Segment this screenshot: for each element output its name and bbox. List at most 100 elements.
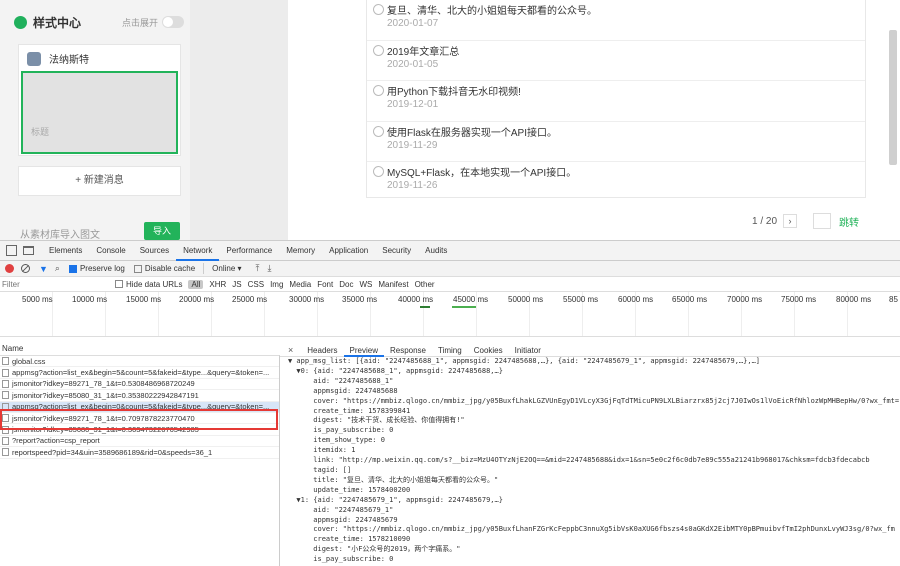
import-har-icon[interactable]: ⤒ <box>256 263 260 274</box>
tab-elements[interactable]: Elements <box>42 241 89 261</box>
table-row[interactable]: appmsg?action=list_ex&begin=5&count=5&fa… <box>0 367 279 379</box>
preserve-log-label: Preserve log <box>79 264 125 273</box>
file-icon <box>2 357 9 366</box>
record-icon[interactable] <box>5 264 14 273</box>
throttling-select[interactable]: Online ▾ <box>212 264 241 273</box>
radio-icon[interactable] <box>373 4 384 15</box>
article-date: 2019-11-26 <box>387 180 438 191</box>
tab-performance[interactable]: Performance <box>219 241 279 261</box>
filter-type-all[interactable]: All <box>188 279 204 289</box>
json-line: is_pay_subscribe: 0 <box>288 426 394 435</box>
tab-security[interactable]: Security <box>375 241 418 261</box>
list-item[interactable]: 2019年文章汇总 2020-01-05 <box>367 41 865 81</box>
filter-type-font[interactable]: Font <box>317 280 333 289</box>
radio-icon[interactable] <box>373 125 384 137</box>
device-toolbar-icon[interactable] <box>23 246 34 255</box>
disable-cache-checkbox[interactable] <box>133 264 142 273</box>
filter-type-xhr[interactable]: XHR <box>209 280 226 289</box>
json-line[interactable]: ▼0: {aid: "2247485688_1", appmsgid: 2247… <box>288 367 900 377</box>
json-line[interactable]: ▼1: {aid: "2247485679_1", appmsgid: 2247… <box>288 496 900 506</box>
search-icon[interactable]: ⌕ <box>55 263 60 274</box>
json-line: is_pay_subscribe: 0 <box>288 555 394 564</box>
tab-console[interactable]: Console <box>89 241 132 261</box>
tab-headers[interactable]: Headers <box>301 344 343 357</box>
filter-icon[interactable]: ▼ <box>39 264 48 274</box>
json-preview: ▼ app_msg_list: [{aid: "2247485688_1", a… <box>280 357 900 566</box>
json-line: appmsgid: 2247485679 <box>288 515 398 524</box>
devtools-panel: Elements Console Sources Network Perform… <box>0 240 900 566</box>
json-line[interactable]: ▼ app_msg_list: [{aid: "2247485688_1", a… <box>288 357 900 367</box>
timeline-tick: 10000 ms <box>72 295 108 304</box>
import-from-library-label: 从素材库导入图文 <box>20 230 100 240</box>
preserve-log-checkbox[interactable] <box>68 264 77 273</box>
expand-label: 点击展开 <box>121 17 158 28</box>
name-column-header[interactable]: Name <box>0 344 280 353</box>
filter-type-media[interactable]: Media <box>289 280 311 289</box>
import-button[interactable]: 导入 <box>144 222 180 240</box>
table-row[interactable]: jsmonitor?idkey=85080_31_1&t=0.353802229… <box>0 390 279 402</box>
devtools-tab-bar: Elements Console Sources Network Perform… <box>0 241 900 261</box>
table-row[interactable]: global.css <box>0 356 279 368</box>
export-har-icon[interactable]: ⤓ <box>268 263 272 274</box>
tab-timing[interactable]: Timing <box>432 344 468 357</box>
timeline-tick: 85 <box>889 295 898 304</box>
inspect-element-icon[interactable] <box>6 245 17 256</box>
tab-application[interactable]: Application <box>322 241 375 261</box>
clear-icon[interactable] <box>21 264 30 273</box>
table-row[interactable]: ?report?action=csp_report <box>0 436 279 448</box>
json-line: aid: "2247485688_1" <box>288 376 394 385</box>
filter-type-css[interactable]: CSS <box>248 280 264 289</box>
tab-sources[interactable]: Sources <box>133 241 176 261</box>
close-icon[interactable]: × <box>280 345 301 355</box>
tab-preview[interactable]: Preview <box>343 344 384 357</box>
article-title: 2019年文章汇总 <box>387 46 460 58</box>
page-scrollbar[interactable] <box>889 30 897 165</box>
next-page-button[interactable]: › <box>783 214 798 228</box>
timeline-tick: 25000 ms <box>232 295 268 304</box>
filter-type-img[interactable]: Img <box>270 280 283 289</box>
style-center-header: 样式中心 点击展开 <box>14 12 184 32</box>
expand-toggle[interactable] <box>162 16 184 28</box>
tab-memory[interactable]: Memory <box>279 241 322 261</box>
list-item[interactable]: 复旦、清华、北大的小姐姐每天都看的公众号。 2020-01-07 <box>367 0 865 41</box>
request-name: reportspeed?pid=34&uin=3589686189&rid=0&… <box>12 447 213 457</box>
pagination: 1 / 20 › 跳转 <box>752 213 859 229</box>
request-name: appmsg?action=list_ex&begin=5&count=5&fa… <box>12 368 270 378</box>
timeline-tick: 40000 ms <box>398 295 434 304</box>
timeline-request-bar <box>420 306 430 308</box>
json-line: appmsgid: 2247485688 <box>288 386 398 395</box>
file-icon <box>2 436 9 445</box>
new-message-button[interactable]: + 新建消息 <box>18 166 181 196</box>
radio-icon[interactable] <box>373 44 384 56</box>
tab-audits[interactable]: Audits <box>418 241 454 261</box>
page-number-input[interactable] <box>813 213 832 229</box>
radio-icon[interactable] <box>373 166 384 177</box>
tab-network[interactable]: Network <box>176 241 220 261</box>
list-item[interactable]: 使用Flask在服务器实现一个API接口。 2019-11-29 <box>367 122 865 162</box>
hide-data-urls-checkbox[interactable] <box>115 280 123 288</box>
filter-type-doc[interactable]: Doc <box>339 280 353 289</box>
filter-type-ws[interactable]: WS <box>359 280 372 289</box>
timeline-tick: 55000 ms <box>563 295 599 304</box>
article-card[interactable]: 法纳斯特 标题 <box>18 44 181 156</box>
filter-type-manifest[interactable]: Manifest <box>378 280 408 289</box>
list-item[interactable]: MySQL+Flask，在本地实现一个API接口。 2019-11-26 <box>367 162 865 203</box>
json-line: item_show_type: 0 <box>288 436 385 445</box>
radio-icon[interactable] <box>373 85 384 96</box>
filter-type-js[interactable]: JS <box>232 280 241 289</box>
article-date: 2020-01-07 <box>387 18 439 29</box>
jump-button[interactable]: 跳转 <box>839 214 859 229</box>
list-item[interactable]: 用Python下载抖音无水印视频! 2019-12-01 <box>367 81 865 122</box>
json-line: tagid: [] <box>288 465 352 474</box>
article-list: 复旦、清华、北大的小姐姐每天都看的公众号。 2020-01-07 2019年文章… <box>366 0 866 198</box>
network-overview-timeline[interactable]: 5000 ms 10000 ms 15000 ms 20000 ms 25000… <box>0 292 900 337</box>
cover-placeholder[interactable]: 标题 <box>21 71 178 154</box>
tab-initiator[interactable]: Initiator <box>509 344 547 357</box>
table-row[interactable]: reportspeed?pid=34&uin=3589686189&rid=0&… <box>0 447 279 459</box>
table-row[interactable]: jsmonitor?idkey=89271_78_1&t=0.530848696… <box>0 379 279 391</box>
tab-cookies[interactable]: Cookies <box>468 344 509 357</box>
tab-response[interactable]: Response <box>384 344 432 357</box>
timeline-request-bar <box>452 306 476 308</box>
filter-input[interactable] <box>2 277 106 291</box>
filter-type-other[interactable]: Other <box>415 280 435 289</box>
